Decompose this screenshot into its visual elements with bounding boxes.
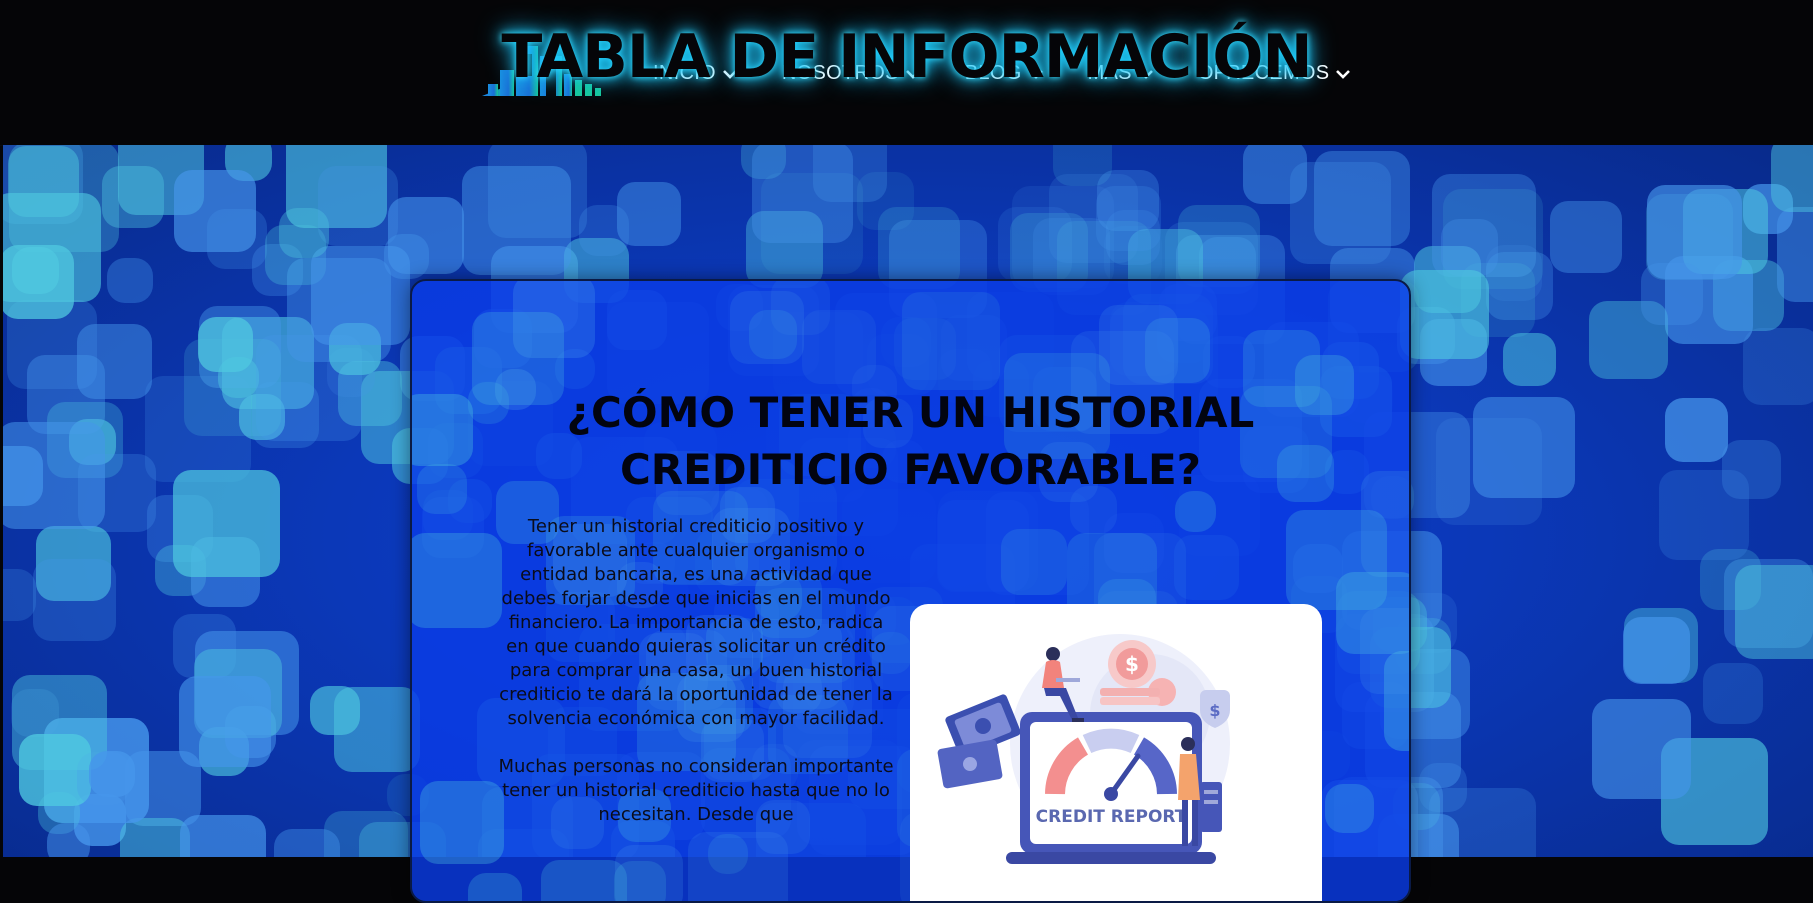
background-tile [1360, 608, 1409, 694]
background-tile [89, 751, 135, 798]
background-tile [1324, 784, 1374, 834]
background-tile [106, 257, 153, 304]
background-tile [1001, 528, 1068, 595]
background-tile [3, 569, 37, 621]
background-tile [102, 166, 165, 228]
card-paragraph-2: Muchas personas no consideran importante… [498, 756, 894, 825]
background-tile [893, 318, 956, 381]
background-tile [1440, 218, 1498, 276]
svg-text:$: $ [1209, 701, 1220, 720]
background-tile [274, 828, 340, 857]
credit-report-illustration: $ $ CREDIT REPORT [910, 604, 1322, 901]
background-tile [310, 686, 360, 736]
background-tile [172, 470, 281, 578]
background-tile [412, 533, 503, 629]
background-tile [1743, 328, 1813, 405]
background-tile [801, 309, 877, 385]
background-tile [318, 165, 399, 246]
background-tile [1735, 564, 1813, 659]
background-tile [1591, 699, 1692, 799]
card-paragraph-1: Tener un historial crediticio positivo y… [499, 516, 893, 729]
background-tile [1659, 469, 1749, 560]
background-tile [1665, 398, 1729, 462]
info-card: ¿CÓMO TENER UN HISTORIAL CREDITICIO FAVO… [410, 279, 1411, 903]
background-tile [1314, 150, 1411, 247]
background-tile [1400, 270, 1490, 360]
background-tile [1473, 397, 1575, 499]
background-tile [278, 207, 329, 258]
background-tile [420, 780, 504, 865]
background-tile [1622, 616, 1690, 684]
background-tile [1702, 663, 1764, 724]
background-tile [748, 310, 798, 359]
background-tile [1640, 262, 1703, 326]
section-title: TABLA DE INFORMACIÓN [501, 22, 1312, 92]
background-tile [1502, 333, 1556, 386]
card-title-line-2: CREDITICIO FAVORABLE? [619, 445, 1202, 494]
background-tile [47, 823, 90, 857]
background-tile [183, 338, 281, 436]
card-title: ¿CÓMO TENER UN HISTORIAL CREDITICIO FAVO… [412, 384, 1409, 498]
background-tile [1771, 145, 1813, 212]
credit-report-image: $ $ CREDIT REPORT [937, 634, 1230, 864]
background-tile [1549, 201, 1623, 274]
background-tile [1243, 145, 1308, 205]
background-tile [1178, 204, 1261, 288]
svg-text:$: $ [1125, 652, 1139, 676]
background-tile [33, 558, 116, 641]
background-tile [8, 146, 80, 218]
credit-report-label: CREDIT REPORT [1036, 807, 1187, 827]
background-tile [751, 145, 853, 243]
background-tile [3, 421, 105, 530]
card-title-line-1: ¿CÓMO TENER UN HISTORIAL [566, 388, 1255, 437]
background-tile [468, 872, 522, 901]
background-tile [179, 815, 267, 857]
background-tile [3, 245, 74, 320]
card-body: Tener un historial crediticio positivo y… [496, 515, 896, 851]
background-tile [311, 246, 410, 345]
background-tile [488, 145, 588, 239]
background-tile [179, 675, 271, 767]
background-tile [174, 170, 256, 252]
background-tile [878, 207, 961, 290]
background-tile [613, 860, 666, 901]
